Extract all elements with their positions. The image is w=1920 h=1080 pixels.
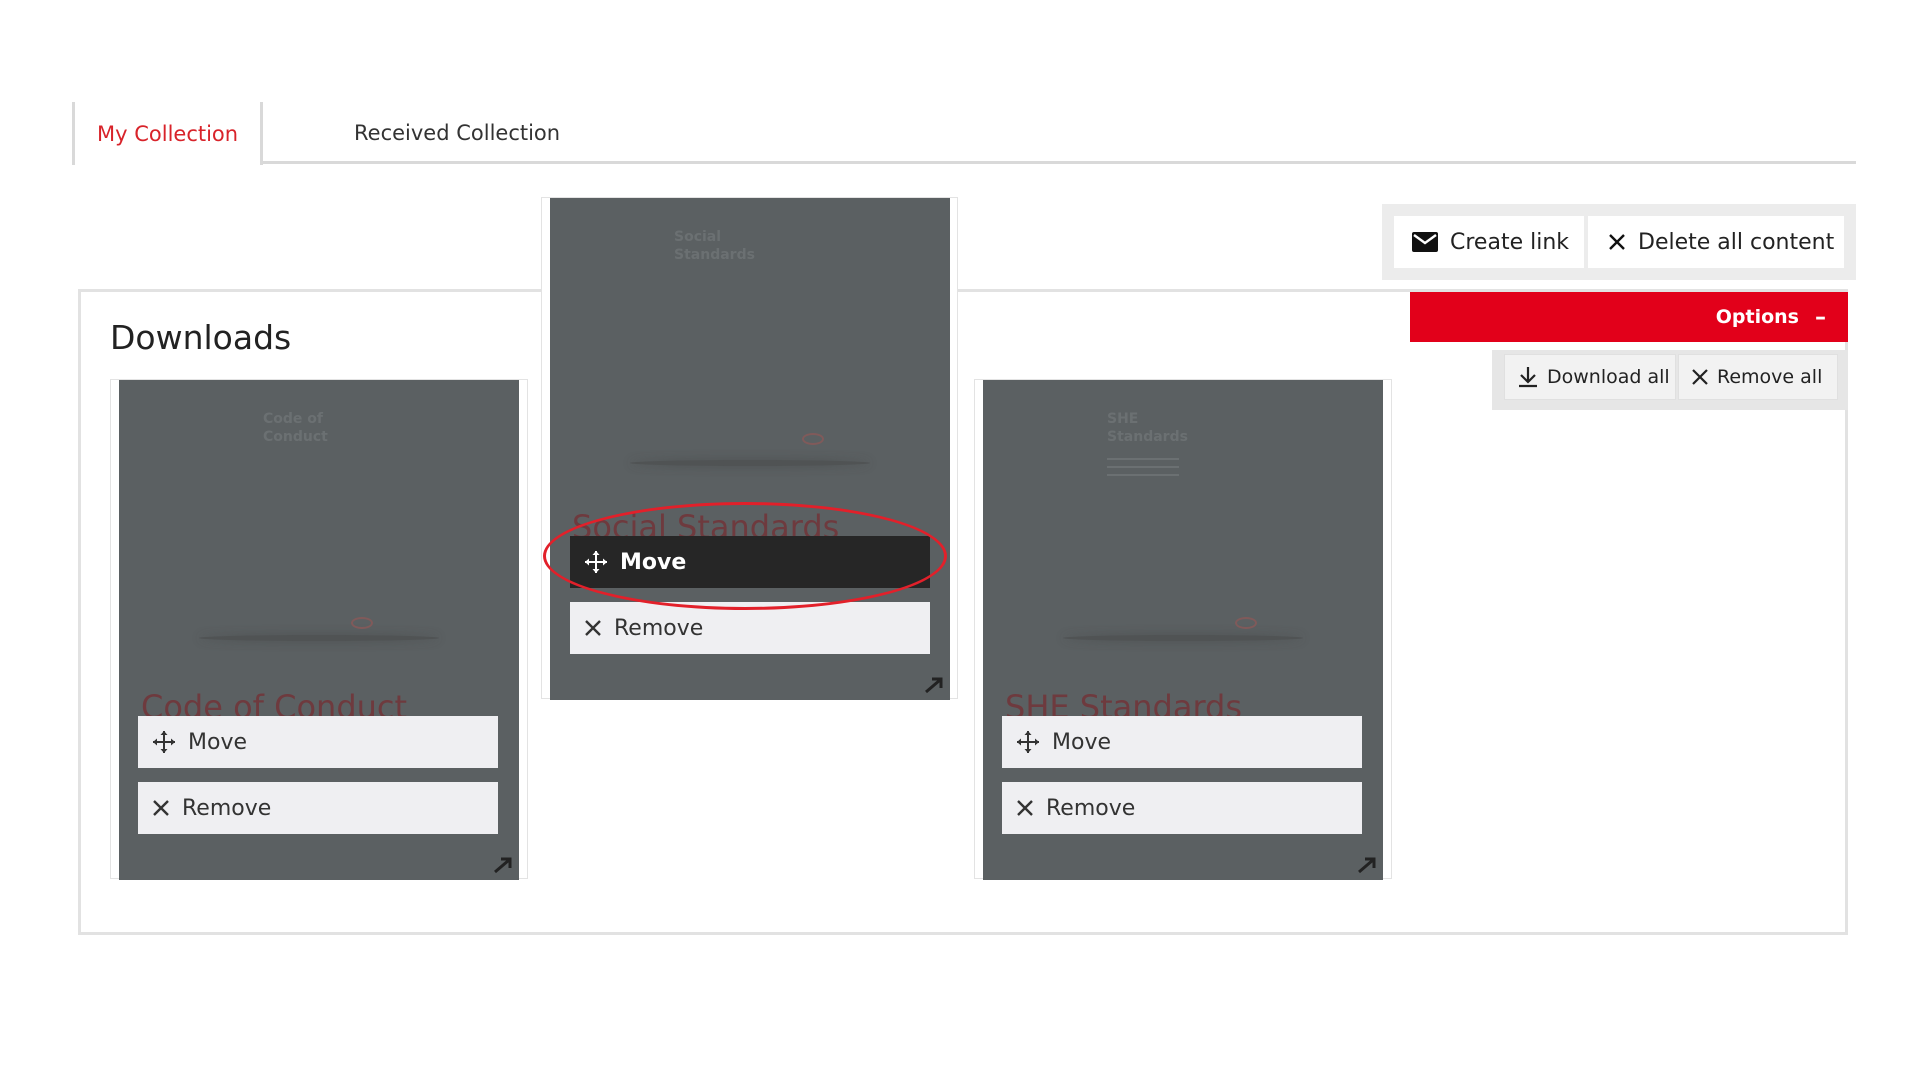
brand-logo-icon: [351, 617, 373, 629]
document-card[interactable]: SHE Standards SHE Standards Move Remove: [974, 379, 1392, 880]
move-icon: [584, 550, 608, 574]
remove-label: Remove: [182, 795, 272, 821]
move-label: Move: [1052, 729, 1111, 755]
document-cover: SHE Standards SHE Standards Move Remove: [983, 380, 1383, 880]
close-icon: [1608, 233, 1626, 251]
remove-button[interactable]: Remove: [1002, 782, 1362, 834]
cover-shadow: [199, 635, 439, 641]
move-icon: [1016, 730, 1040, 754]
expand-arrow-icon[interactable]: [1355, 852, 1379, 876]
document-card[interactable]: Code of Conduct Code of Conduct Move Rem…: [110, 379, 528, 880]
cover-subtitle-line: [1107, 458, 1179, 460]
collection-tabs: My Collection Received Collection: [72, 102, 1856, 165]
tab-my-collection[interactable]: My Collection: [72, 102, 264, 165]
envelope-icon: [1412, 232, 1438, 252]
create-link-label: Create link: [1450, 229, 1570, 255]
remove-label: Remove: [614, 615, 704, 641]
panel-title: Downloads: [110, 318, 292, 357]
move-label: Move: [188, 729, 247, 755]
expand-arrow-icon[interactable]: [491, 852, 515, 876]
document-cover: Social Standards Social Standards Move R…: [550, 198, 950, 700]
cover-subtitle-line: [1107, 466, 1179, 468]
download-icon: [1517, 366, 1539, 388]
collapse-icon: –: [1815, 304, 1826, 330]
remove-all-label: Remove all: [1717, 366, 1823, 388]
brand-logo-icon: [1235, 617, 1257, 629]
remove-all-button[interactable]: Remove all: [1678, 354, 1838, 400]
cover-title: Code of Conduct: [263, 411, 328, 446]
options-submenu: Download all Remove all: [1492, 350, 1848, 410]
cover-title: Social Standards: [674, 229, 755, 264]
move-button[interactable]: Move: [138, 716, 498, 768]
options-toggle-bar[interactable]: Options –: [1410, 292, 1848, 342]
move-icon: [152, 730, 176, 754]
options-label: Options: [1715, 306, 1799, 328]
move-button[interactable]: Move: [570, 536, 930, 588]
download-all-button[interactable]: Download all: [1504, 354, 1676, 400]
brand-logo-icon: [802, 433, 824, 445]
close-icon: [1691, 368, 1709, 386]
move-label: Move: [620, 549, 687, 575]
document-cover: Code of Conduct Code of Conduct Move Rem…: [119, 380, 519, 880]
delete-all-content-button[interactable]: Delete all content: [1588, 216, 1844, 268]
cover-subtitle-line: [1107, 474, 1179, 476]
delete-all-label: Delete all content: [1638, 229, 1835, 255]
cover-shadow: [630, 460, 870, 466]
close-icon: [1016, 799, 1034, 817]
cover-title: SHE Standards: [1107, 411, 1188, 446]
remove-button[interactable]: Remove: [138, 782, 498, 834]
tab-received-collection[interactable]: Received Collection: [332, 102, 582, 164]
move-button[interactable]: Move: [1002, 716, 1362, 768]
expand-arrow-icon[interactable]: [922, 672, 946, 696]
document-card-dragging[interactable]: Social Standards Social Standards Move R…: [541, 197, 958, 700]
download-all-label: Download all: [1547, 366, 1670, 388]
close-icon: [584, 619, 602, 637]
remove-label: Remove: [1046, 795, 1136, 821]
close-icon: [152, 799, 170, 817]
remove-button[interactable]: Remove: [570, 602, 930, 654]
cover-shadow: [1063, 635, 1303, 641]
collection-actions-bar: Create link Delete all content: [1382, 204, 1856, 280]
create-link-button[interactable]: Create link: [1394, 216, 1584, 268]
